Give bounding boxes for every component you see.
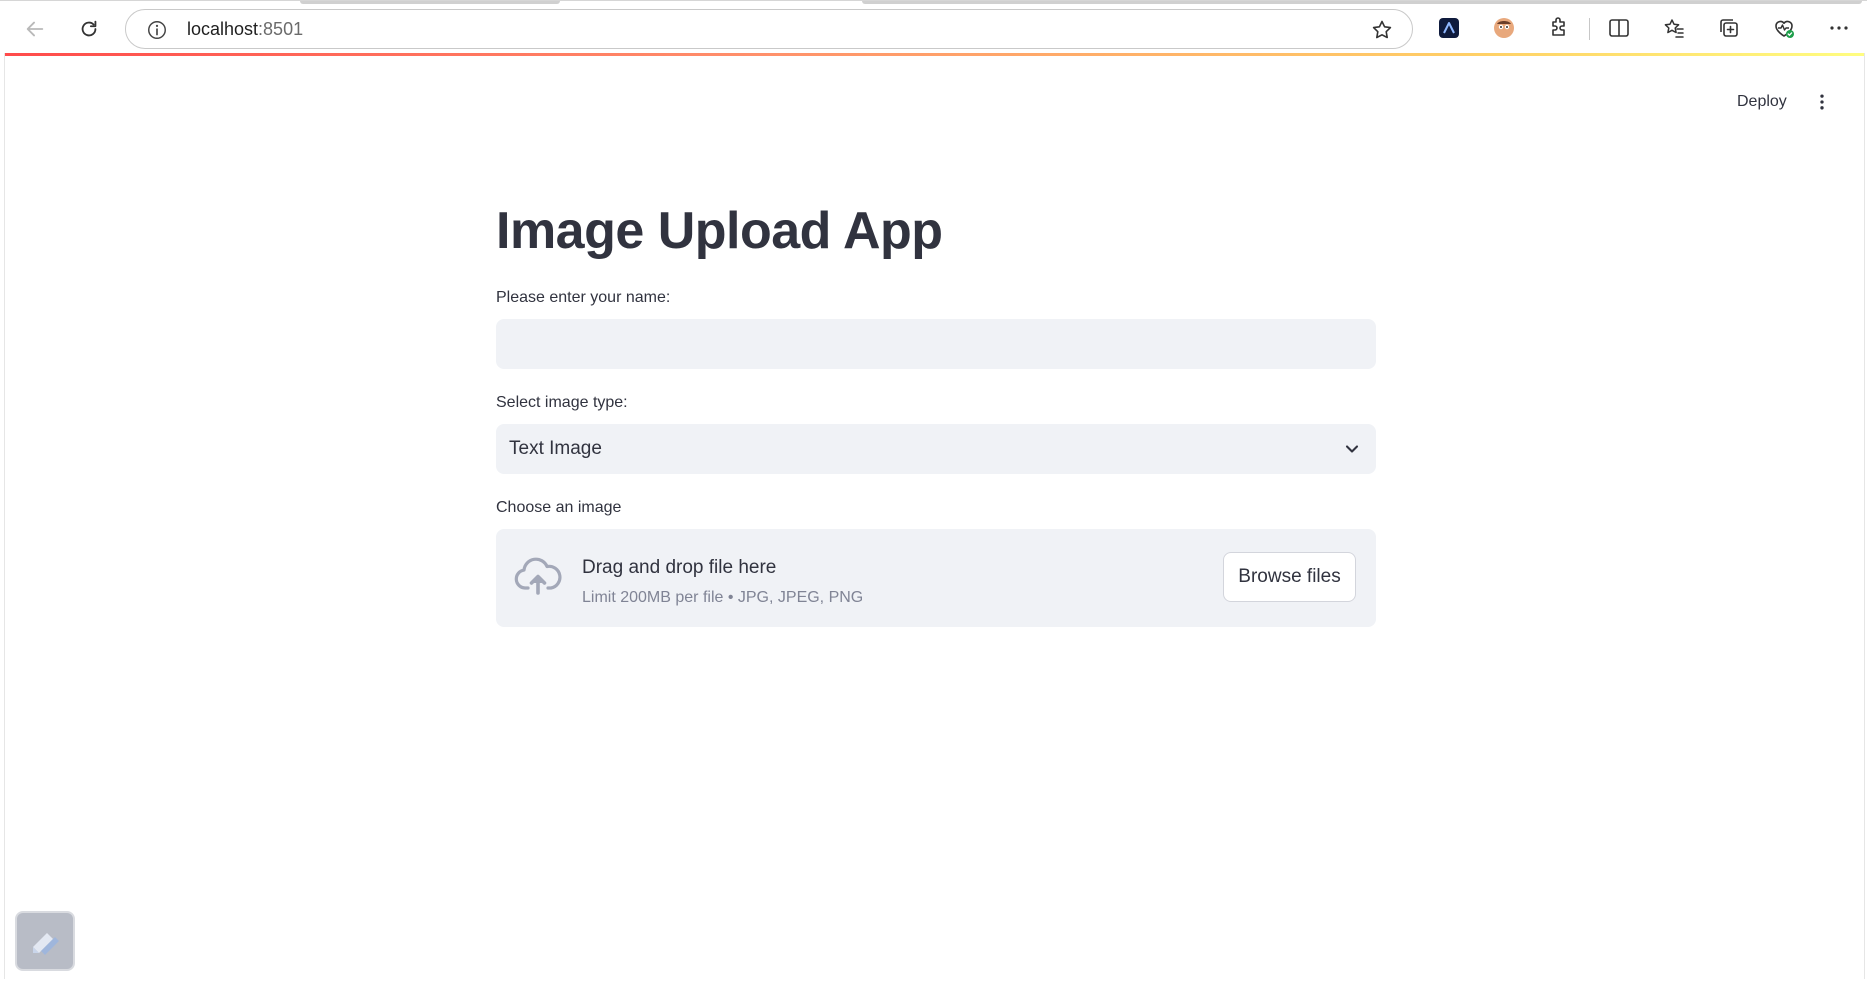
reload-icon bbox=[81, 20, 97, 37]
main-menu-button[interactable] bbox=[1805, 85, 1839, 119]
browse-files-button[interactable]: Browse files bbox=[1223, 552, 1356, 602]
toolbar-divider bbox=[1589, 18, 1590, 40]
info-icon[interactable] bbox=[146, 19, 168, 41]
image-type-selected-value: Text Image bbox=[509, 438, 602, 459]
avatar-extension-icon[interactable] bbox=[1490, 14, 1518, 42]
url-text[interactable]: localhost:8501 bbox=[187, 19, 303, 40]
dropzone-file-limit: Limit 200MB per file • JPG, JPEG, PNG bbox=[582, 589, 864, 606]
puzzle-extensions-icon[interactable] bbox=[1545, 14, 1573, 42]
name-input[interactable] bbox=[496, 319, 1376, 369]
tab-strip-hint bbox=[300, 1, 560, 4]
browser-essentials-icon[interactable] bbox=[1770, 14, 1798, 42]
vertical-ellipsis-icon bbox=[1820, 94, 1824, 110]
url-host: localhost bbox=[187, 19, 259, 39]
dropzone-instructions: Drag and drop file here bbox=[582, 557, 777, 578]
image-type-label: Select image type: bbox=[496, 394, 628, 411]
tab-strip-hint bbox=[862, 1, 1862, 4]
reload-button[interactable] bbox=[72, 12, 106, 46]
collections-icon[interactable] bbox=[1715, 14, 1743, 42]
cloud-upload-icon bbox=[514, 557, 562, 595]
chevron-down-icon bbox=[1345, 445, 1359, 453]
app-viewport: Deploy Image Upload App Please enter you… bbox=[4, 53, 1865, 979]
favorites-icon[interactable] bbox=[1660, 14, 1688, 42]
image-type-select[interactable]: Text Image bbox=[496, 424, 1376, 474]
browser-toolbar: localhost:8501 bbox=[0, 0, 1867, 54]
name-field-label: Please enter your name: bbox=[496, 289, 671, 306]
azure-extension-icon[interactable] bbox=[1435, 14, 1463, 42]
header-decoration-bar bbox=[5, 53, 1864, 56]
back-arrow-icon bbox=[26, 21, 44, 37]
streamlit-logo-icon bbox=[33, 933, 59, 955]
address-bar[interactable]: localhost:8501 bbox=[125, 9, 1413, 49]
split-screen-icon[interactable] bbox=[1605, 14, 1633, 42]
page-title: Image Upload App bbox=[496, 202, 943, 260]
deploy-button[interactable]: Deploy bbox=[1723, 85, 1801, 119]
back-button[interactable] bbox=[18, 12, 52, 46]
more-icon[interactable] bbox=[1825, 14, 1853, 42]
streamlit-app-badge[interactable] bbox=[15, 911, 75, 971]
star-icon[interactable] bbox=[1370, 18, 1394, 42]
url-port: :8501 bbox=[258, 19, 304, 39]
file-dropzone[interactable]: Drag and drop file here Limit 200MB per … bbox=[496, 529, 1376, 627]
uploader-label: Choose an image bbox=[496, 499, 622, 516]
